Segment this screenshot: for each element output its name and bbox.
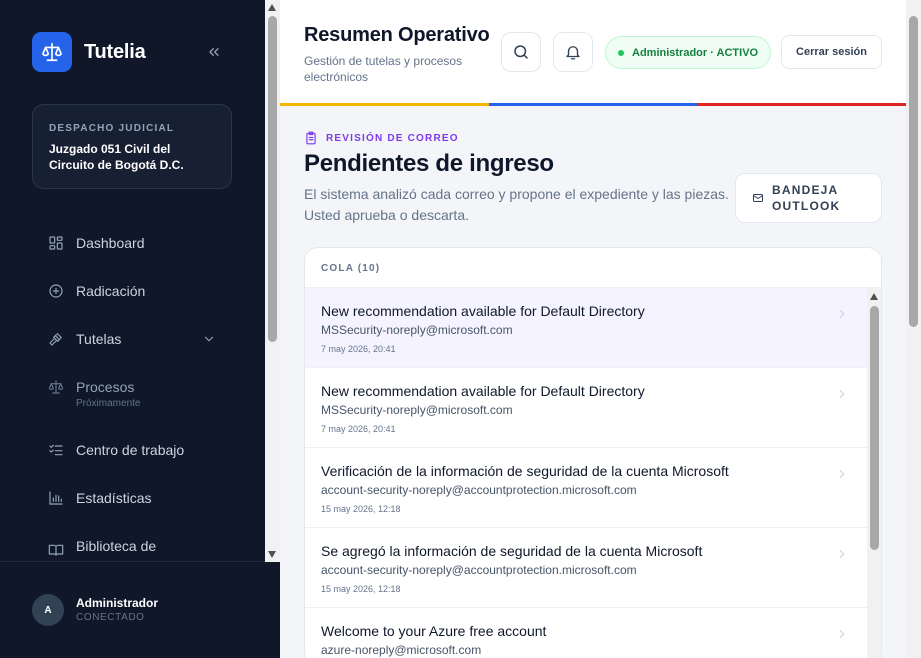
brand[interactable]: Tutelia bbox=[32, 32, 146, 72]
plus-circle-icon bbox=[49, 284, 63, 298]
scroll-up-arrow-icon[interactable] bbox=[268, 4, 276, 11]
sidebar-item-label: Estadísticas bbox=[76, 490, 152, 506]
queue-item[interactable]: Se agregó la información de seguridad de… bbox=[305, 528, 867, 608]
queue-item[interactable]: New recommendation available for Default… bbox=[305, 368, 867, 448]
queue-list: New recommendation available for Default… bbox=[305, 288, 867, 658]
email-subject: Se agregó la información de seguridad de… bbox=[321, 543, 703, 559]
flag-stripe-red bbox=[697, 103, 907, 106]
clipboard-icon bbox=[306, 131, 316, 145]
chevron-right-icon bbox=[839, 389, 845, 399]
email-sender: account-security-noreply@accountprotecti… bbox=[321, 483, 637, 497]
chevron-down-icon[interactable] bbox=[202, 332, 216, 346]
search-button[interactable] bbox=[501, 32, 541, 72]
court-card: DESPACHO JUDICIAL Juzgado 051 Civil del … bbox=[32, 104, 232, 189]
chevron-right-icon bbox=[839, 549, 845, 559]
page-title: Pendientes de ingreso bbox=[304, 150, 554, 177]
bell-icon bbox=[566, 46, 580, 60]
collapse-sidebar-icon[interactable] bbox=[204, 42, 224, 62]
avatar: A bbox=[32, 594, 64, 626]
email-sender: account-security-noreply@accountprotecti… bbox=[321, 563, 637, 577]
sidebar-item-label: Biblioteca de bbox=[76, 538, 157, 554]
page-header-title: Resumen Operativo bbox=[304, 24, 490, 46]
sidebar-footer-fill bbox=[265, 562, 280, 658]
scale-icon bbox=[48, 380, 64, 394]
email-sender: azure-noreply@microsoft.com bbox=[321, 643, 482, 657]
bar-chart-icon bbox=[49, 491, 63, 505]
sidebar-item-dashboard[interactable]: Dashboard bbox=[48, 234, 216, 252]
flag-stripe-yellow bbox=[280, 103, 489, 106]
email-sender: MSSecurity-noreply@microsoft.com bbox=[321, 403, 513, 417]
scrollbar-thumb[interactable] bbox=[870, 306, 879, 550]
user-profile[interactable]: A Administrador CONECTADO bbox=[32, 594, 158, 626]
sidebar: Tutelia DESPACHO JUDICIAL Juzgado 051 Ci… bbox=[0, 0, 265, 658]
court-label: DESPACHO JUDICIAL bbox=[49, 123, 175, 134]
email-date: 7 may 2026, 20:41 bbox=[321, 424, 396, 434]
queue-item[interactable]: Verificación de la información de seguri… bbox=[305, 448, 867, 528]
sidebar-scrollbar[interactable] bbox=[265, 0, 280, 562]
sidebar-item-biblioteca[interactable]: Biblioteca de bbox=[48, 537, 216, 558]
chevron-right-icon bbox=[839, 629, 845, 639]
queue-title: COLA (10) bbox=[321, 263, 381, 274]
sidebar-item-tutelas[interactable]: Tutelas bbox=[48, 330, 216, 348]
book-icon bbox=[48, 544, 64, 556]
brand-name: Tutelia bbox=[84, 40, 146, 63]
email-date: 7 may 2026, 20:41 bbox=[321, 344, 396, 354]
status-badge-text: Administrador · ACTIVO bbox=[632, 46, 759, 59]
email-subject: Welcome to your Azure free account bbox=[321, 623, 547, 639]
sidebar-item-label: Dashboard bbox=[76, 235, 145, 251]
section-kicker: REVISIÓN DE CORREO bbox=[304, 131, 459, 145]
scrollbar-thumb[interactable] bbox=[909, 16, 918, 327]
user-status: CONECTADO bbox=[76, 612, 145, 623]
sidebar-divider bbox=[0, 561, 280, 562]
checklist-icon bbox=[49, 444, 63, 456]
status-dot-icon bbox=[618, 49, 624, 56]
sidebar-item-label: Tutelas bbox=[76, 331, 122, 347]
status-badge: Administrador · ACTIVO bbox=[605, 36, 772, 69]
flag-stripe-blue bbox=[488, 103, 698, 106]
grid-icon bbox=[49, 236, 63, 250]
sidebar-item-estadisticas[interactable]: Estadísticas bbox=[48, 489, 216, 507]
queue-scrollbar[interactable] bbox=[867, 288, 881, 658]
queue-item[interactable]: New recommendation available for Default… bbox=[305, 288, 867, 368]
queue-item[interactable]: Welcome to your Azure free account azure… bbox=[305, 608, 867, 658]
flag-stripe bbox=[280, 103, 907, 106]
outlook-inbox-label: BANDEJA OUTLOOK bbox=[772, 183, 841, 213]
email-date: 15 may 2026, 12:18 bbox=[321, 504, 401, 514]
page-header-subtitle: Gestión de tutelas y procesos electrónic… bbox=[304, 54, 463, 84]
logout-button[interactable]: Cerrar sesión bbox=[781, 35, 882, 69]
top-header: Resumen Operativo Gestión de tutelas y p… bbox=[280, 0, 907, 106]
sidebar-item-procesos[interactable]: Procesos Próximamente bbox=[48, 378, 216, 411]
email-queue: COLA (10) New recommendation available f… bbox=[304, 247, 882, 658]
email-sender: MSSecurity-noreply@microsoft.com bbox=[321, 323, 513, 337]
court-name: Juzgado 051 Civil del Circuito de Bogotá… bbox=[49, 142, 184, 172]
page-scrollbar[interactable] bbox=[906, 0, 921, 658]
sidebar-item-radicacion[interactable]: Radicación bbox=[48, 282, 216, 300]
sidebar-item-label: Procesos bbox=[76, 379, 135, 395]
search-icon bbox=[514, 45, 528, 59]
sidebar-item-label: Radicación bbox=[76, 283, 146, 299]
sidebar-item-centro-de-trabajo[interactable]: Centro de trabajo bbox=[48, 441, 216, 459]
chevron-right-icon bbox=[839, 309, 845, 319]
email-subject: New recommendation available for Default… bbox=[321, 303, 645, 319]
scroll-down-arrow-icon[interactable] bbox=[268, 551, 276, 558]
scrollbar-thumb[interactable] bbox=[268, 16, 277, 342]
scroll-up-arrow-icon[interactable] bbox=[870, 293, 878, 300]
email-subject: New recommendation available for Default… bbox=[321, 383, 645, 399]
outlook-inbox-button[interactable]: BANDEJA OUTLOOK bbox=[735, 173, 882, 223]
notifications-button[interactable] bbox=[553, 32, 593, 72]
sidebar-item-label: Centro de trabajo bbox=[76, 442, 185, 458]
section-kicker-text: REVISIÓN DE CORREO bbox=[326, 132, 459, 144]
coming-soon-label: Próximamente bbox=[76, 398, 141, 409]
email-subject: Verificación de la información de seguri… bbox=[321, 463, 729, 479]
chevron-right-icon bbox=[839, 469, 845, 479]
user-name: Administrador bbox=[76, 596, 159, 610]
gavel-icon bbox=[49, 333, 62, 346]
scale-logo-icon bbox=[32, 32, 72, 72]
page-description: El sistema analizó cada correo y propone… bbox=[304, 186, 729, 223]
mail-icon bbox=[753, 194, 763, 202]
email-date: 15 may 2026, 12:18 bbox=[321, 584, 401, 594]
